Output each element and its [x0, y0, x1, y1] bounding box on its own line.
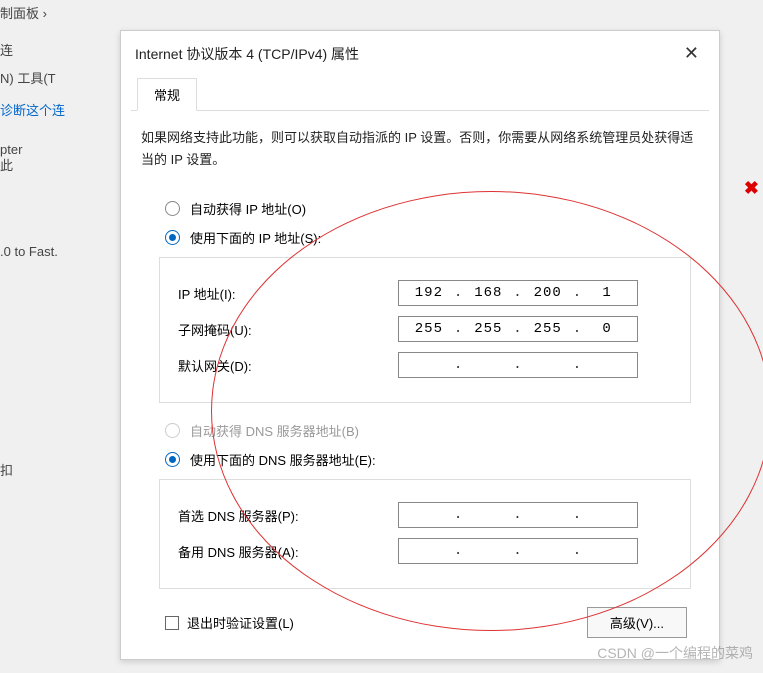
subnet-mask-input[interactable]: 255. 255. 255. 0 — [398, 316, 638, 342]
ip-auto-radio[interactable]: 自动获得 IP 地址(O) — [165, 199, 699, 218]
ip-octet[interactable]: 200 — [524, 285, 572, 301]
radio-icon — [165, 452, 180, 467]
alt-dns-input[interactable]: . . . — [398, 538, 638, 564]
subnet-mask-label: 子网掩码(U): — [178, 320, 398, 339]
ip-octet[interactable]: 192 — [405, 285, 453, 301]
watermark-text: CSDN @一个编程的菜鸡 — [597, 643, 753, 663]
dns-fields-group: 首选 DNS 服务器(P): . . . 备用 DNS 服务器(A): . . … — [159, 479, 691, 589]
ip-address-label: IP 地址(I): — [178, 284, 398, 303]
validate-on-exit-checkbox[interactable]: 退出时验证设置(L) — [165, 613, 294, 632]
ip-octet[interactable]: 168 — [464, 285, 512, 301]
validate-label: 退出时验证设置(L) — [187, 613, 294, 632]
radio-icon — [165, 230, 180, 245]
ip-auto-label: 自动获得 IP 地址(O) — [190, 199, 306, 218]
ip-octet[interactable]: 0 — [583, 321, 631, 337]
breadcrumb-fragment: 制面板 › — [0, 3, 47, 22]
bg-text: 此 — [0, 155, 13, 174]
ipv4-properties-dialog: Internet 协议版本 4 (TCP/IPv4) 属性 ✕ 常规 如果网络支… — [120, 30, 720, 660]
text-fragment: .0 to Fast. — [0, 244, 58, 259]
titlebar: Internet 协议版本 4 (TCP/IPv4) 属性 ✕ — [121, 31, 719, 74]
description-text: 如果网络支持此功能，则可以获取自动指派的 IP 设置。否则，你需要从网络系统管理… — [141, 127, 699, 171]
dns-manual-radio[interactable]: 使用下面的 DNS 服务器地址(E): — [165, 450, 699, 469]
ip-fields-group: IP 地址(I): 192. 168. 200. 1 子网掩码(U): 255.… — [159, 257, 691, 403]
bg-text: 扣 — [0, 460, 13, 479]
radio-icon — [165, 423, 180, 438]
menu-fragment: N) 工具(T — [0, 68, 56, 87]
dns-manual-label: 使用下面的 DNS 服务器地址(E): — [190, 450, 376, 469]
tab-general[interactable]: 常规 — [137, 78, 197, 111]
gateway-label: 默认网关(D): — [178, 356, 398, 375]
ip-address-input[interactable]: 192. 168. 200. 1 — [398, 280, 638, 306]
ip-manual-label: 使用下面的 IP 地址(S): — [190, 228, 321, 247]
dns-auto-label: 自动获得 DNS 服务器地址(B) — [190, 421, 359, 440]
advanced-button[interactable]: 高级(V)... — [587, 607, 687, 638]
gateway-input[interactable]: . . . — [398, 352, 638, 378]
dialog-title: Internet 协议版本 4 (TCP/IPv4) 属性 — [135, 44, 359, 64]
dialog-content: 如果网络支持此功能，则可以获取自动指派的 IP 设置。否则，你需要从网络系统管理… — [121, 111, 719, 654]
tab-strip: 常规 — [131, 78, 709, 111]
pref-dns-label: 首选 DNS 服务器(P): — [178, 506, 398, 525]
alt-dns-label: 备用 DNS 服务器(A): — [178, 542, 398, 561]
ip-manual-radio[interactable]: 使用下面的 IP 地址(S): — [165, 228, 699, 247]
close-icon[interactable]: ✕ — [678, 41, 705, 66]
checkbox-icon — [165, 616, 179, 630]
diagnose-link-fragment[interactable]: 诊断这个连 — [0, 100, 65, 119]
bg-text: 连 — [0, 40, 13, 59]
dns-auto-radio: 自动获得 DNS 服务器地址(B) — [165, 421, 699, 440]
ip-octet[interactable]: 255 — [524, 321, 572, 337]
ip-octet[interactable]: 1 — [583, 285, 631, 301]
radio-icon — [165, 201, 180, 216]
ip-octet[interactable]: 255 — [464, 321, 512, 337]
ip-octet[interactable]: 255 — [405, 321, 453, 337]
error-icon: ✖ — [744, 178, 759, 199]
pref-dns-input[interactable]: . . . — [398, 502, 638, 528]
